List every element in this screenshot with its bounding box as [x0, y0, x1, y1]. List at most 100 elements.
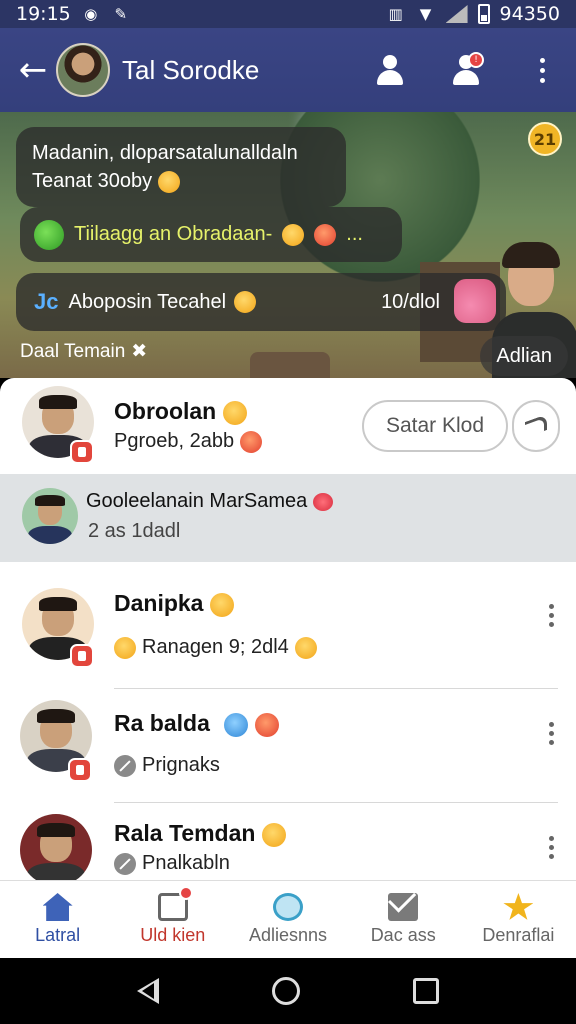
- chat-bubble-icon: [273, 893, 303, 921]
- green-status-icon: [34, 219, 64, 250]
- status-time: 19:15: [16, 3, 71, 25]
- start-call-button[interactable]: Satar Klod: [362, 400, 508, 452]
- nav-label: Dac ass: [370, 925, 436, 945]
- notification-badge: !: [468, 52, 484, 68]
- star-icon: [503, 893, 534, 920]
- share-icon: [525, 413, 547, 439]
- wink-emoji-icon: [222, 400, 247, 425]
- message-bubble[interactable]: Jc Aboposin Tecahel 10/dlol: [16, 273, 506, 331]
- group-subtitle[interactable]: Daal Temain ✖: [20, 340, 147, 363]
- avatar: [20, 814, 92, 880]
- system-back-icon[interactable]: [136, 978, 159, 1004]
- lock-badge-icon: [70, 644, 94, 668]
- nav-item-photos[interactable]: Uld kien: [115, 881, 230, 958]
- system-navigation-bar: [0, 958, 576, 1024]
- bottom-navigation: Latral Uld kien Adliesnns Dac ass Denraf…: [0, 880, 576, 958]
- list-item-highlighted[interactable]: Gooleelanain MarSamea 2 as 1dadl: [0, 474, 576, 562]
- signal-icon: [445, 5, 468, 23]
- avatar: [22, 488, 78, 544]
- contact-name: Gooleelanain MarSamea: [86, 490, 334, 513]
- nav-item-home[interactable]: Latral: [0, 881, 115, 958]
- message-text: Aboposin Tecahel: [68, 290, 227, 313]
- battery-text: 94350: [499, 3, 560, 25]
- list-item[interactable]: Rala Temdan Pnalkabln: [0, 804, 576, 880]
- nav-label: Uld kien: [140, 925, 206, 945]
- back-button[interactable]: ←: [16, 50, 50, 90]
- list-item[interactable]: Ra balda Prignaks: [0, 690, 576, 802]
- message-bubble[interactable]: Tiilaagg an Obradaan- ...: [20, 207, 402, 262]
- nav-item-favorites[interactable]: Denraflai: [461, 881, 576, 958]
- star-emoji-icon: [224, 712, 249, 737]
- nav-item-chats[interactable]: Adliesnns: [230, 881, 345, 958]
- wifi-icon: ▼: [419, 5, 432, 23]
- more-options-button[interactable]: [522, 50, 562, 90]
- system-home-icon[interactable]: [271, 977, 300, 1005]
- admin-chip[interactable]: Adlian: [480, 336, 568, 376]
- home-icon: [42, 893, 73, 921]
- contacts-button[interactable]: [370, 50, 410, 90]
- list-item[interactable]: Obroolan Pgroeb, 2abb Satar Klod: [0, 378, 576, 474]
- message-bubble[interactable]: Madanin, dloparsatalunalldaln Teanat 30o…: [16, 127, 346, 207]
- contact-name: Danipka: [114, 590, 234, 617]
- contact-subtitle: Prignaks: [114, 754, 220, 777]
- chat-hero-background: 21 Madanin, dloparsatalunalldaln Teanat …: [0, 112, 576, 378]
- smile-emoji-icon: [282, 223, 305, 246]
- muted-icon: [114, 754, 136, 777]
- group-subtitle-text: Daal Temain: [20, 340, 126, 362]
- message-time: 10/dlol: [381, 290, 440, 313]
- message-suffix: ...: [346, 223, 363, 245]
- heart-eyes-emoji-icon: [314, 223, 337, 246]
- status-bar: 19:15 ◉ ✎ ▥ ▼ 94350: [0, 0, 576, 28]
- contact-subtitle: Pnalkabln: [114, 852, 230, 875]
- wechat-icon: ◉: [84, 5, 98, 23]
- mail-icon: [388, 893, 419, 921]
- gift-sticker-icon[interactable]: [454, 279, 496, 323]
- heart-icon: [313, 492, 334, 511]
- close-icon[interactable]: ✖: [131, 340, 147, 363]
- nav-label: Denraflai: [482, 925, 555, 945]
- sender-tag: Jc: [34, 289, 59, 314]
- contact-name: Rala Temdan: [114, 820, 286, 847]
- add-contact-button[interactable]: !: [446, 50, 486, 90]
- level-badge: 21: [528, 122, 562, 156]
- contact-subtitle: 2 as 1dadl: [88, 520, 181, 542]
- smile-emoji-icon: [261, 822, 286, 847]
- muted-icon: [114, 852, 136, 875]
- arrow-left-icon: ←: [18, 50, 48, 90]
- more-vert-icon: [539, 57, 545, 83]
- battery-icon: [477, 4, 490, 24]
- conversation-list: Obroolan Pgroeb, 2abb Satar Klod Gooleel…: [0, 378, 576, 880]
- message-text: Tiilaagg an Obradaan-: [74, 223, 273, 245]
- chat-avatar[interactable]: [56, 43, 110, 97]
- lock-badge-icon: [68, 758, 92, 782]
- divider: [114, 688, 558, 689]
- lock-badge-icon: [70, 440, 94, 464]
- divider: [114, 802, 558, 803]
- ball-emoji-icon: [254, 712, 279, 737]
- contact-name: Obroolan: [114, 398, 247, 425]
- chat-title[interactable]: Tal Sorodke: [122, 55, 259, 86]
- contact-name: Ra balda: [114, 710, 279, 737]
- nav-label: Adliesnns: [248, 925, 328, 945]
- photo-frame-icon: [157, 886, 193, 921]
- contact-subtitle: Ranagen 9; 2dl4: [114, 636, 317, 659]
- contacts-icon: [374, 55, 406, 85]
- grin-emoji-icon: [294, 636, 317, 659]
- nav-item-mail[interactable]: Dac ass: [346, 881, 461, 958]
- party-emoji-icon: [240, 430, 263, 453]
- grin-emoji-icon: [234, 291, 257, 313]
- more-vert-icon[interactable]: [549, 836, 554, 859]
- laughing-emoji-icon: [157, 170, 180, 193]
- share-button[interactable]: [512, 400, 560, 452]
- more-vert-icon[interactable]: [549, 722, 554, 745]
- more-vert-icon[interactable]: [549, 604, 554, 627]
- tools-icon: ✎: [114, 5, 128, 23]
- nav-label: Latral: [35, 925, 81, 945]
- party-popper-icon: [114, 636, 136, 659]
- app-bar: ← Tal Sorodke !: [0, 28, 576, 112]
- list-item[interactable]: Danipka Ranagen 9; 2dl4: [0, 574, 576, 688]
- contact-subtitle: Pgroeb, 2abb: [114, 430, 263, 453]
- system-recents-icon[interactable]: [413, 978, 440, 1004]
- smile-emoji-icon: [209, 592, 234, 617]
- vibrate-icon: ▥: [388, 5, 403, 23]
